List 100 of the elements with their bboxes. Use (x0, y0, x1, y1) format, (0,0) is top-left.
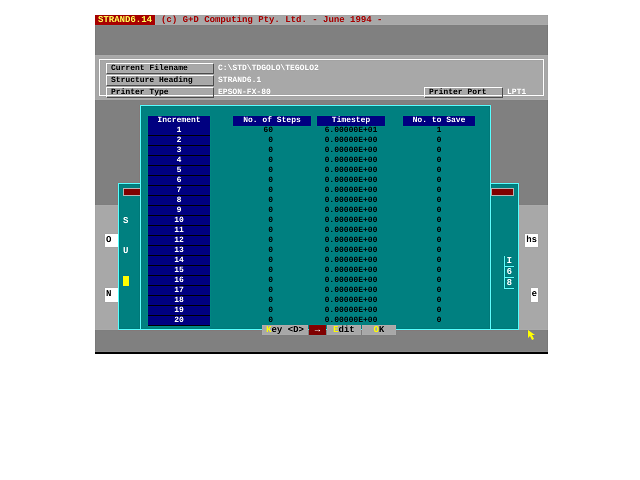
table-cell-text: 0 (436, 216, 442, 226)
table-cell-text: 0 (267, 286, 274, 296)
table-cell: 7 (148, 186, 210, 196)
table-cell-text: 0 (436, 146, 442, 156)
table-cell-text: 0.00000E+00 (324, 306, 378, 316)
table-cell-text: 60 (262, 126, 274, 136)
table-cell-text: 0 (267, 266, 274, 276)
field-value: LPT1 (507, 88, 528, 97)
table-cell-text: 0 (267, 246, 274, 256)
table-cell-text: 0 (436, 176, 442, 186)
table-cell-text: 0 (436, 276, 442, 286)
table-cell: 12 (148, 236, 210, 246)
table-cell-text: 0 (436, 136, 442, 146)
table-cell-text: 0.00000E+00 (324, 206, 378, 216)
field-label: Printer Type (106, 87, 214, 98)
partial-label: I (504, 256, 514, 267)
table-cell-text: 0 (436, 196, 442, 206)
column-header: No. to Save (403, 116, 475, 126)
table-cell-text: 0.00000E+00 (324, 216, 378, 226)
table-cell-text: 0 (267, 136, 274, 146)
table-cell-text: 0 (436, 166, 442, 176)
table-cell-text: 0 (267, 146, 274, 156)
table-cell-text: 0 (267, 306, 274, 316)
table-cell-text: 0.00000E+00 (324, 226, 378, 236)
table-cell-text: 0 (436, 306, 442, 316)
table-cell-text: 0 (267, 206, 274, 216)
table-cell: 5 (148, 166, 210, 176)
table-cell-text: 0 (267, 166, 274, 176)
table-cell: 19 (148, 306, 210, 316)
table-cell-text: 0 (436, 266, 442, 276)
table-cell-text: 0 (436, 226, 442, 236)
field-value: EPSON-FX-80 (218, 88, 272, 97)
table-cell-text: 1 (436, 126, 442, 136)
table-cell: 11 (148, 226, 210, 236)
table-cell-text: 0 (436, 296, 442, 306)
table-cell: 9 (148, 206, 210, 216)
column-header: Timestep (317, 116, 385, 126)
table-cell-text: 0.00000E+00 (324, 186, 378, 196)
partial-label: 6 (504, 267, 514, 278)
table-cell-text: 0 (436, 256, 442, 266)
table-cell-text: 0.00000E+00 (324, 266, 378, 276)
table-cell-text: 0 (267, 156, 274, 166)
partial-label: S (123, 216, 130, 226)
table-cell: 13 (148, 246, 210, 256)
table-cell: 17 (148, 286, 210, 296)
app-name: STRAND6.14 (95, 15, 156, 25)
table-cell-text: 0 (436, 286, 442, 296)
table-cell: 8 (148, 196, 210, 206)
table-cell-text: 0.00000E+00 (324, 146, 378, 156)
table-cell: 4 (148, 156, 210, 166)
table-cell-text: 0 (436, 236, 442, 246)
field-value: C:\STD\TDGOLO\TEGOLO2 (218, 64, 320, 73)
field-label: Printer Port (424, 87, 503, 98)
table-cell: 18 (148, 296, 210, 306)
partial-label: O (105, 234, 118, 247)
table-cell: 3 (148, 146, 210, 156)
table-cell-text: 0 (436, 246, 442, 256)
table-cell-text: 0.00000E+00 (324, 156, 378, 166)
partial-label: 8 (504, 278, 514, 289)
copyright-text: (c) G+D Computing Pty. Ltd. - June 1994 - (161, 15, 382, 25)
arrow-button[interactable]: → (308, 325, 326, 335)
mouse-pointer-icon (528, 330, 536, 341)
table-cell-text: 0 (267, 256, 274, 266)
table-cell-text: 0 (267, 276, 274, 286)
table-cell-text: 0.00000E+00 (324, 166, 378, 176)
table-cell: 2 (148, 136, 210, 146)
table-cell-text: 0 (267, 176, 274, 186)
table-cell-text: 0 (267, 296, 274, 306)
partial-label: hs (525, 234, 538, 247)
table-cell-text: 0 (267, 236, 274, 246)
table-cell-text: 0 (436, 206, 442, 216)
table-cell-text: 6.00000E+01 (324, 126, 378, 136)
dialog-button[interactable]: OK (362, 325, 396, 335)
table-cell: 16 (148, 276, 210, 286)
table-cell-text: 0.00000E+00 (324, 136, 378, 146)
field-label: Structure Heading (106, 75, 214, 86)
table-cell-text: 0.00000E+00 (324, 296, 378, 306)
column-header: No. of Steps (233, 116, 311, 126)
dialog-title-bar (491, 188, 514, 196)
table-cell-text: 0.00000E+00 (324, 176, 378, 186)
table-cell-text: 0.00000E+00 (324, 286, 378, 296)
table-cell-text: 0.00000E+00 (324, 276, 378, 286)
table-cell: 1 (148, 126, 210, 136)
table-cell: 14 (148, 256, 210, 266)
table-cell-text: 0.00000E+00 (324, 246, 378, 256)
table-cell-text: 0.00000E+00 (324, 196, 378, 206)
partial-label: U (123, 246, 130, 256)
table-cell-text: 0 (436, 186, 442, 196)
table-cell: 20 (148, 316, 210, 326)
table-cell-text: 0 (436, 316, 442, 326)
partial-label: e (530, 288, 538, 302)
dialog-button[interactable]: Edit (326, 325, 361, 335)
table-cell-text: 0 (267, 186, 274, 196)
table-cell-text: 0 (267, 196, 274, 206)
table-cell: 6 (148, 176, 210, 186)
table-cell-text: 0.00000E+00 (324, 256, 378, 266)
table-cell: 10 (148, 216, 210, 226)
dialog-button[interactable]: Key <D> (262, 325, 308, 335)
partial-label: N (105, 288, 118, 302)
column-header: Increment (148, 116, 210, 126)
